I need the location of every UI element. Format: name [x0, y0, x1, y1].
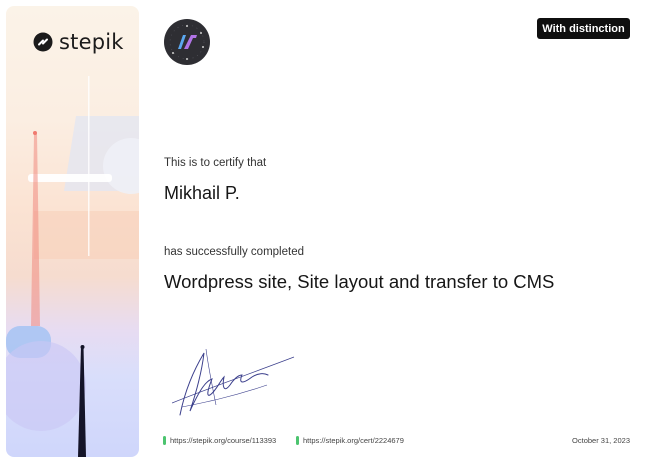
recipient-name: Mikhail P. [164, 183, 240, 203]
stepik-logo: stepik [33, 30, 124, 54]
certificate-link[interactable]: https://stepik.org/cert/2224679 [296, 436, 404, 445]
link-marker-icon [163, 436, 166, 445]
course-link-text[interactable]: https://stepik.org/course/113393 [170, 436, 276, 445]
certificate-page: stepik With distinction This is to certi… [0, 0, 655, 463]
course-logo-icon [164, 19, 210, 65]
link-marker-icon [296, 436, 299, 445]
certify-intro: This is to certify that [164, 157, 267, 169]
certificate-link-text[interactable]: https://stepik.org/cert/2224679 [303, 436, 404, 445]
signature-image [172, 348, 295, 416]
distinction-badge: With distinction [537, 18, 630, 39]
course-link[interactable]: https://stepik.org/course/113393 [163, 436, 276, 445]
stepik-mark-icon [33, 32, 53, 52]
completed-text: has successfully completed [164, 246, 304, 258]
abstract-decoration [6, 76, 139, 457]
decorative-side-panel: stepik [6, 6, 139, 457]
brand-name: stepik [59, 30, 124, 54]
issue-date: October 31, 2023 [572, 436, 630, 445]
course-title: Wordpress site, Site layout and transfer… [164, 271, 555, 292]
